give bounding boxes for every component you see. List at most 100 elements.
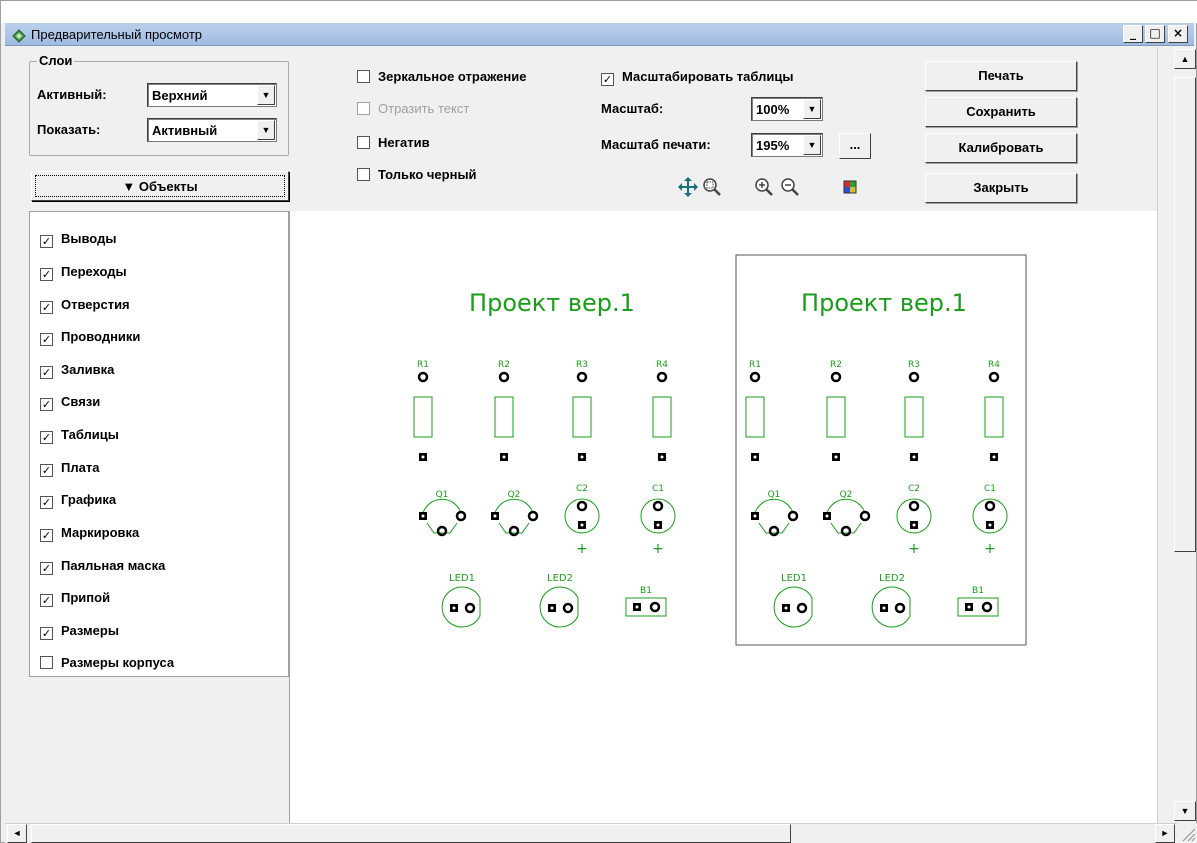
save-button[interactable]: Сохранить bbox=[925, 97, 1077, 127]
object-item[interactable]: ✓ Связи bbox=[40, 394, 100, 412]
horizontal-scrollbar[interactable]: ◄ ► bbox=[5, 823, 1177, 843]
checkbox[interactable]: ✓ bbox=[40, 333, 53, 346]
checkbox[interactable] bbox=[357, 70, 370, 83]
calibrate-button[interactable]: Калибровать bbox=[925, 133, 1077, 163]
svg-text:B1: B1 bbox=[640, 586, 652, 596]
chevron-down-icon[interactable]: ▼ bbox=[803, 135, 821, 155]
svg-text:R2: R2 bbox=[498, 360, 510, 370]
mirror-option[interactable]: Зеркальное отражение bbox=[357, 69, 526, 84]
led-led1: LED1 bbox=[773, 573, 813, 628]
print-scale-label: Масштаб печати: bbox=[601, 137, 711, 152]
checkbox[interactable]: ✓ bbox=[40, 562, 53, 575]
black-only-option[interactable]: Только черный bbox=[357, 167, 477, 182]
close-button[interactable]: Закрыть bbox=[925, 173, 1077, 203]
svg-text:R2: R2 bbox=[830, 360, 842, 370]
scroll-up-icon[interactable]: ▲ bbox=[1174, 49, 1196, 69]
zoom-out-icon[interactable] bbox=[779, 176, 801, 198]
chevron-down-icon[interactable]: ▼ bbox=[803, 99, 821, 119]
print-button[interactable]: Печать bbox=[925, 61, 1077, 91]
svg-text:+: + bbox=[576, 541, 588, 557]
svg-text:Q2: Q2 bbox=[508, 490, 521, 500]
chevron-down-icon[interactable]: ▼ bbox=[257, 85, 275, 105]
resize-grip-icon[interactable] bbox=[1177, 823, 1197, 843]
object-item[interactable]: ✓ Паяльная маска bbox=[40, 558, 165, 576]
scale-select[interactable]: 100% ▼ bbox=[751, 97, 823, 121]
move-icon[interactable] bbox=[677, 176, 699, 198]
vertical-scrollbar[interactable]: ▲ ▼ bbox=[1157, 47, 1196, 823]
resistor-r4: R4 bbox=[984, 360, 1004, 461]
led-led1: LED1 bbox=[441, 573, 481, 628]
object-item[interactable]: ✓ Размеры bbox=[40, 623, 119, 641]
svg-text:+: + bbox=[652, 541, 664, 557]
window-title: Предварительный просмотр bbox=[31, 27, 203, 42]
board-left: Проект вер.1 R1 R2 R3 R4 Q1 Q2 C2 + C1 +… bbox=[413, 289, 676, 628]
active-layer-value: Верхний bbox=[152, 88, 208, 103]
object-item[interactable]: ✓ Переходы bbox=[40, 264, 127, 282]
left-empty-area bbox=[1, 677, 289, 823]
scroll-left-icon[interactable]: ◄ bbox=[7, 824, 27, 843]
checkbox[interactable]: ✓ bbox=[40, 301, 53, 314]
zoom-window-icon[interactable] bbox=[701, 176, 723, 198]
checkbox[interactable]: ✓ bbox=[601, 73, 614, 86]
object-item[interactable]: ✓ Заливка bbox=[40, 362, 114, 380]
svg-text:R1: R1 bbox=[417, 360, 429, 370]
print-scale-select[interactable]: 195% ▼ bbox=[751, 133, 823, 157]
scroll-right-icon[interactable]: ► bbox=[1155, 824, 1175, 843]
checkbox[interactable]: ✓ bbox=[40, 464, 53, 477]
transistor-q2: Q2 bbox=[823, 490, 871, 537]
svg-text:C2: C2 bbox=[908, 484, 920, 494]
checkbox[interactable]: ✓ bbox=[40, 235, 53, 248]
maximize-button[interactable]: □ bbox=[1145, 25, 1165, 43]
object-item[interactable]: ✓ Проводники bbox=[40, 329, 140, 347]
object-item[interactable]: ✓ Маркировка bbox=[40, 525, 139, 543]
scroll-down-icon[interactable]: ▼ bbox=[1174, 801, 1196, 821]
object-item[interactable]: Размеры корпуса bbox=[40, 655, 174, 673]
object-item[interactable]: ✓ Плата bbox=[40, 460, 99, 478]
svg-text:R3: R3 bbox=[908, 360, 920, 370]
color-palette-icon[interactable] bbox=[839, 176, 861, 198]
layers-group-title: Слои bbox=[37, 53, 75, 68]
minimize-button[interactable]: _ bbox=[1123, 25, 1143, 43]
object-item[interactable]: ✓ Графика bbox=[40, 492, 116, 510]
capacitor-c1: C1 + bbox=[972, 484, 1008, 557]
board-right: Проект вер.1 R1 R2 R3 R4 Q1 Q2 C2 + C1 +… bbox=[745, 289, 1008, 628]
preview-canvas[interactable]: Проект вер.1 R1 R2 R3 R4 Q1 Q2 C2 + C1 +… bbox=[289, 211, 1157, 823]
checkbox[interactable]: ✓ bbox=[40, 594, 53, 607]
checkbox[interactable]: ✓ bbox=[40, 627, 53, 640]
horizontal-scroll-thumb[interactable] bbox=[31, 824, 791, 843]
more-options-button[interactable]: ... bbox=[839, 133, 871, 159]
resistor-r2: R2 bbox=[826, 360, 846, 461]
transistor-q1: Q1 bbox=[751, 490, 799, 537]
scale-tables-option[interactable]: ✓ Масштабировать таблицы bbox=[601, 69, 793, 86]
title-bar[interactable]: Предварительный просмотр _ □ × bbox=[5, 23, 1194, 46]
checkbox[interactable]: ✓ bbox=[40, 431, 53, 444]
object-item[interactable]: ✓ Припой bbox=[40, 590, 110, 608]
object-item[interactable]: ✓ Таблицы bbox=[40, 427, 119, 445]
zoom-in-icon[interactable] bbox=[753, 176, 775, 198]
vertical-scroll-thumb[interactable] bbox=[1174, 77, 1196, 552]
checkbox[interactable]: ✓ bbox=[40, 398, 53, 411]
objects-toggle-button[interactable]: ▼ Объекты bbox=[31, 171, 289, 201]
show-layer-select[interactable]: Активный ▼ bbox=[147, 118, 277, 142]
negative-option[interactable]: Негатив bbox=[357, 135, 430, 150]
svg-text:LED1: LED1 bbox=[449, 573, 475, 584]
object-item[interactable]: ✓ Отверстия bbox=[40, 297, 130, 315]
checkbox[interactable]: ✓ bbox=[40, 496, 53, 509]
checkbox[interactable]: ✓ bbox=[40, 366, 53, 379]
svg-text:R3: R3 bbox=[576, 360, 588, 370]
chevron-down-icon[interactable]: ▼ bbox=[257, 120, 275, 140]
battery-b1: B1 bbox=[625, 586, 667, 617]
checkbox[interactable]: ✓ bbox=[40, 268, 53, 281]
checkbox[interactable] bbox=[357, 136, 370, 149]
active-layer-select[interactable]: Верхний ▼ bbox=[147, 83, 277, 107]
resistor-r3: R3 bbox=[572, 360, 592, 461]
checkbox[interactable]: ✓ bbox=[40, 529, 53, 542]
checkbox[interactable] bbox=[40, 656, 53, 669]
close-window-button[interactable]: × bbox=[1168, 25, 1188, 43]
checkbox[interactable] bbox=[357, 168, 370, 181]
show-layer-value: Активный bbox=[152, 123, 218, 138]
svg-text:Q1: Q1 bbox=[436, 490, 449, 500]
object-item[interactable]: ✓ Выводы bbox=[40, 231, 116, 249]
svg-text:C1: C1 bbox=[652, 484, 664, 494]
board-title: Проект вер.1 bbox=[801, 289, 967, 317]
